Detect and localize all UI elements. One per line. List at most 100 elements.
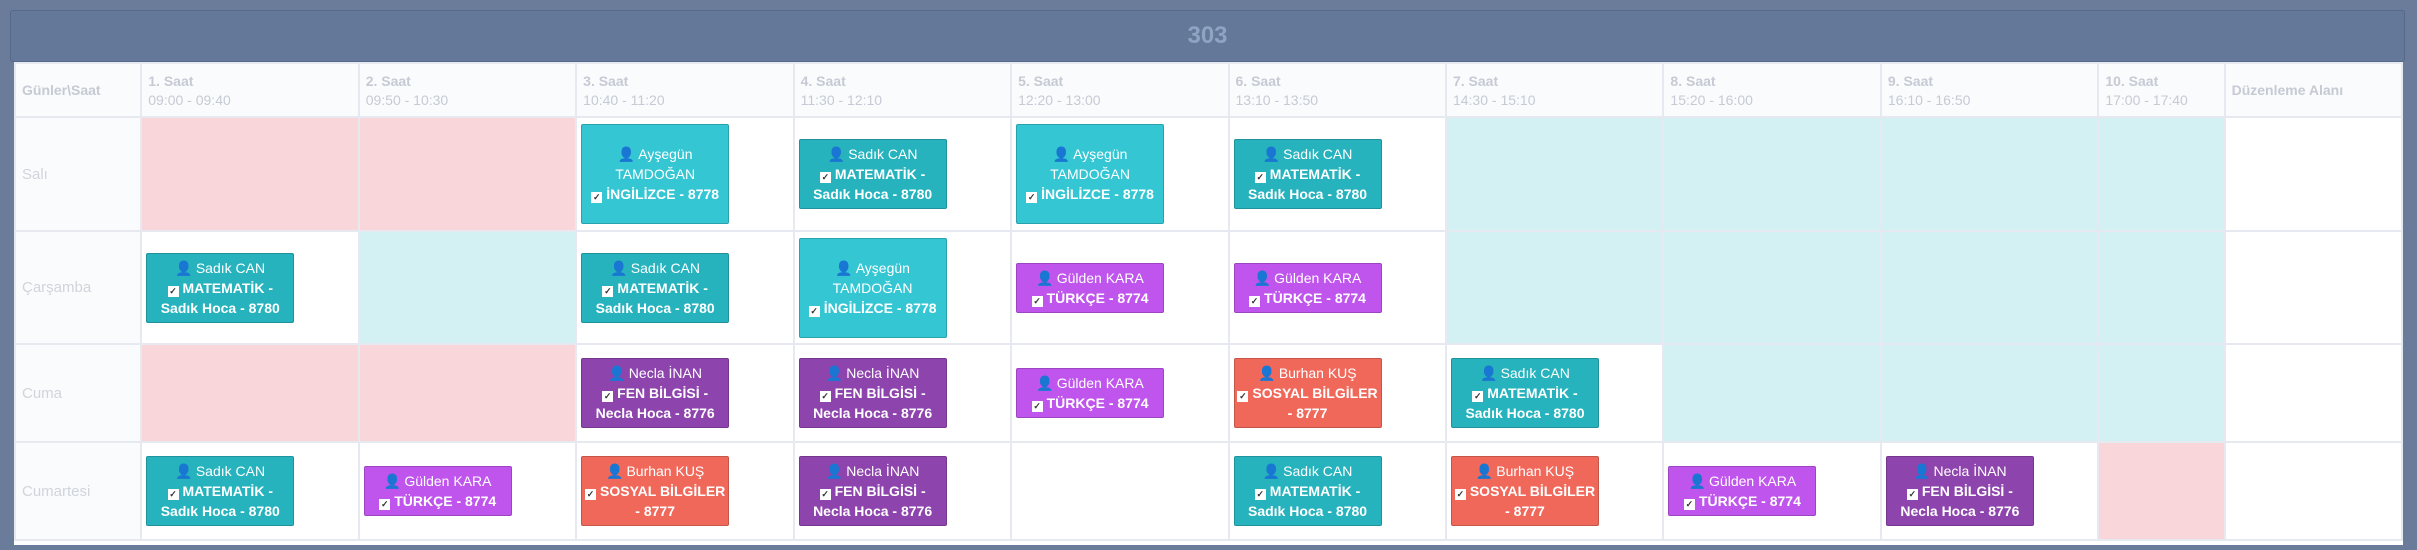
schedule-grid: Günler\Saat 1. Saat 09:00 - 09:40 2. Saat… <box>13 62 2404 545</box>
lesson-card[interactable]: 👤 Gülden KARA ✓ TÜRKÇE - 8774 <box>363 466 512 516</box>
edit-area-cell[interactable] <box>2223 343 2404 443</box>
check-icon: ✓ <box>602 285 614 297</box>
slot-cell[interactable]: 👤 Gülden KARA ✓ TÜRKÇE - 8774 <box>1010 343 1230 443</box>
user-icon: 👤 <box>1052 146 1071 162</box>
slot-cell[interactable] <box>1879 116 2100 232</box>
user-icon: 👤 <box>1258 365 1276 381</box>
lesson-card[interactable]: 👤 Burhan KUŞ ✓ SOSYAL BİLGİLER - 8777 <box>1233 358 1382 428</box>
lesson-card[interactable]: 👤 Sadık CAN ✓ MATEMATİK - Sadık Hoca - 878… <box>1233 456 1382 526</box>
lesson-card[interactable]: 👤 Sadık CAN ✓ MATEMATİK - Sadık Hoca - 878… <box>146 252 295 323</box>
slot-cell[interactable]: 👤 Burhan KUŞ ✓ SOSYAL BİLGİLER - 8777 <box>1444 441 1665 541</box>
lesson-card[interactable]: 👤 Ayşegün TAMDOĞAN ✓ İNGİLİZCE - 8778 <box>581 124 730 224</box>
slot-cell[interactable]: 👤 Sadık CAN ✓ MATEMATİK - Sadık Hoca - 878… <box>575 230 795 345</box>
lesson-card[interactable]: 👤 Burhan KUŞ ✓ SOSYAL BİLGİLER - 8777 <box>581 456 730 526</box>
slot-cell[interactable]: 👤 Gülden KARA ✓ TÜRKÇE - 8774 <box>1662 441 1882 541</box>
slot-cell[interactable] <box>1444 116 1665 232</box>
lesson-card[interactable]: 👤 Necla İNAN ✓ FEN BİLGİSİ - Necla Hoca - … <box>798 456 947 526</box>
period-header-10: 10. Saat 17:00 - 17:40 <box>2097 62 2226 118</box>
lesson-card[interactable]: 👤 Sadık CAN ✓ MATEMATİK - Sadık Hoca - 878… <box>1450 358 1599 428</box>
slot-cell[interactable]: 👤 Sadık CAN ✓ MATEMATİK - Sadık Hoca - 878… <box>140 441 360 541</box>
slot-cell[interactable] <box>1662 343 1882 443</box>
lesson-card[interactable]: 👤 Ayşegün TAMDOĞAN ✓ İNGİLİZCE - 8778 <box>1016 124 1165 224</box>
day-label: Salı <box>13 116 143 232</box>
slot-cell[interactable] <box>140 343 360 443</box>
day-label: Çarşamba <box>13 230 143 345</box>
slot-cell[interactable]: 👤 Sadık CAN ✓ MATEMATİK - Sadık Hoca - 878… <box>1227 116 1447 232</box>
user-icon: 👤 <box>175 463 193 479</box>
slot-cell[interactable]: 👤 Necla İNAN ✓ FEN BİLGİSİ - Necla Hoca - … <box>792 441 1013 541</box>
lesson-card[interactable]: 👤 Gülden KARA ✓ TÜRKÇE - 8774 <box>1233 262 1382 313</box>
slot-cell[interactable]: 👤 Sadık CAN ✓ MATEMATİK - Sadık Hoca - 878… <box>1444 343 1665 443</box>
user-icon: 👤 <box>1475 463 1494 479</box>
slot-cell[interactable]: 👤 Sadık CAN ✓ MATEMATİK - Sadık Hoca - 878… <box>792 116 1013 232</box>
slot-cell[interactable]: 👤 Ayşegün TAMDOĞAN ✓ İNGİLİZCE - 8778 <box>1010 116 1230 232</box>
edit-area-cell[interactable] <box>2223 230 2404 345</box>
slot-cell[interactable] <box>2097 343 2226 443</box>
header-row: Günler\Saat 1. Saat 09:00 - 09:40 2. Saat… <box>13 62 2404 118</box>
lesson-card[interactable]: 👤 Necla İNAN ✓ FEN BİLGİSİ - Necla Hoca - … <box>798 358 947 428</box>
period-header-5: 5. Saat 12:20 - 13:00 <box>1010 62 1230 118</box>
slot-cell[interactable]: 👤 Burhan KUŞ ✓ SOSYAL BİLGİLER - 8777 <box>575 441 795 541</box>
lesson-card[interactable]: 👤 Gülden KARA ✓ TÜRKÇE - 8774 <box>1016 262 1165 313</box>
check-icon: ✓ <box>1249 295 1261 307</box>
slot-cell[interactable] <box>357 230 578 345</box>
lesson-card[interactable]: 👤 Gülden KARA ✓ TÜRKÇE - 8774 <box>1668 466 1817 516</box>
class-title: 303 <box>10 10 2405 62</box>
period-header-1: 1. Saat 09:00 - 09:40 <box>140 62 360 118</box>
slot-cell[interactable] <box>1662 230 1882 345</box>
period-header-3: 3. Saat 10:40 - 11:20 <box>575 62 795 118</box>
check-icon: ✓ <box>819 172 831 183</box>
slot-cell[interactable]: 👤 Necla İNAN ✓ FEN BİLGİSİ - Necla Hoca - … <box>575 343 795 443</box>
lesson-card[interactable]: 👤 Necla İNAN ✓ FEN BİLGİSİ - Necla Hoca - … <box>1885 456 2034 526</box>
user-icon: 👤 <box>827 146 846 162</box>
lesson-card[interactable]: 👤 Sadık CAN ✓ MATEMATİK - Sadık Hoca - 878… <box>1233 139 1382 209</box>
user-icon: 👤 <box>825 463 844 479</box>
check-icon: ✓ <box>1472 391 1484 402</box>
period-header-2: 2. Saat 09:50 - 10:30 <box>357 62 578 118</box>
period-header-4: 4. Saat 11:30 - 12:10 <box>792 62 1013 118</box>
lesson-card[interactable]: 👤 Sadık CAN ✓ MATEMATİK - Sadık Hoca - 878… <box>581 252 730 323</box>
slot-cell[interactable]: 👤 Sadık CAN ✓ MATEMATİK - Sadık Hoca - 878… <box>1227 441 1447 541</box>
slot-cell[interactable] <box>1662 116 1882 232</box>
corner-label: Günler\Saat <box>13 62 143 118</box>
check-icon: ✓ <box>1237 391 1249 402</box>
slot-cell[interactable]: 👤 Burhan KUŞ ✓ SOSYAL BİLGİLER - 8777 <box>1227 343 1447 443</box>
check-icon: ✓ <box>1254 172 1266 183</box>
check-icon: ✓ <box>591 192 603 203</box>
slot-cell[interactable]: 👤 Necla İNAN ✓ FEN BİLGİSİ - Necla Hoca - … <box>1879 441 2100 541</box>
slot-cell[interactable] <box>1010 441 1230 541</box>
timetable: Günler\Saat 1. Saat 09:00 - 09:40 2. Saat… <box>13 62 2404 541</box>
slot-cell[interactable] <box>1444 230 1665 345</box>
slot-cell[interactable] <box>1879 230 2100 345</box>
slot-cell[interactable]: 👤 Necla İNAN ✓ FEN BİLGİSİ - Necla Hoca - … <box>792 343 1013 443</box>
slot-cell[interactable]: 👤 Gülden KARA ✓ TÜRKÇE - 8774 <box>1227 230 1447 345</box>
slot-cell[interactable]: 👤 Sadık CAN ✓ MATEMATİK - Sadık Hoca - 878… <box>140 230 360 345</box>
slot-cell[interactable]: 👤 Ayşegün TAMDOĞAN ✓ İNGİLİZCE - 8778 <box>575 116 795 232</box>
lesson-card[interactable]: 👤 Sadık CAN ✓ MATEMATİK - Sadık Hoca - 878… <box>798 139 947 209</box>
lesson-card[interactable]: 👤 Necla İNAN ✓ FEN BİLGİSİ - Necla Hoca - … <box>581 358 730 428</box>
edit-area-cell[interactable] <box>2223 441 2404 541</box>
slot-cell[interactable]: 👤 Gülden KARA ✓ TÜRKÇE - 8774 <box>1010 230 1230 345</box>
slot-cell[interactable] <box>1879 343 2100 443</box>
user-icon: 👤 <box>1262 463 1281 479</box>
slot-cell[interactable]: 👤 Ayşegün TAMDOĞAN ✓ İNGİLİZCE - 8778 <box>792 230 1013 345</box>
slot-cell[interactable] <box>357 116 578 232</box>
check-icon: ✓ <box>1031 295 1043 307</box>
check-icon: ✓ <box>602 391 614 402</box>
check-icon: ✓ <box>1683 499 1695 510</box>
slot-cell[interactable] <box>2097 116 2226 232</box>
lesson-card[interactable]: 👤 Burhan KUŞ ✓ SOSYAL BİLGİLER - 8777 <box>1450 456 1599 526</box>
slot-cell[interactable] <box>2097 230 2226 345</box>
user-icon: 👤 <box>608 365 626 381</box>
slot-cell[interactable] <box>140 116 360 232</box>
lesson-card[interactable]: 👤 Ayşegün TAMDOĞAN ✓ İNGİLİZCE - 8778 <box>798 237 947 338</box>
lesson-card[interactable]: 👤 Sadık CAN ✓ MATEMATİK - Sadık Hoca - 878… <box>146 456 295 526</box>
slot-cell[interactable] <box>2097 441 2226 541</box>
slot-cell[interactable] <box>357 343 578 443</box>
edit-area-cell[interactable] <box>2223 116 2404 232</box>
period-header-8: 8. Saat 15:20 - 16:00 <box>1662 62 1882 118</box>
lesson-card[interactable]: 👤 Gülden KARA ✓ TÜRKÇE - 8774 <box>1016 368 1165 418</box>
slot-cell[interactable]: 👤 Gülden KARA ✓ TÜRKÇE - 8774 <box>357 441 578 541</box>
user-icon: 👤 <box>606 463 624 479</box>
day-row-sali: Salı 👤 Ayşegün TAMDOĞAN ✓ İNGİLİZCE - 8778… <box>13 116 2404 232</box>
